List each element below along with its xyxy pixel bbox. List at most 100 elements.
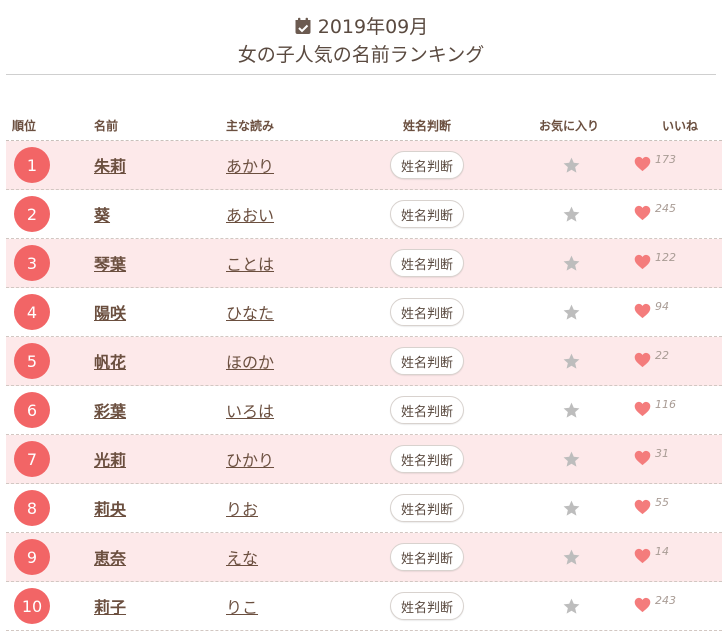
reading-link[interactable]: ことは: [226, 251, 274, 275]
like-button[interactable]: 245: [634, 190, 676, 238]
reading-cell: りこ: [226, 582, 258, 630]
like-cell: 22: [634, 337, 669, 385]
name-judgment-button[interactable]: 姓名判断: [390, 298, 464, 326]
like-button[interactable]: 173: [634, 141, 676, 189]
like-button[interactable]: 122: [634, 239, 676, 287]
name-link[interactable]: 琴葉: [94, 251, 126, 275]
name-link[interactable]: 帆花: [94, 349, 126, 373]
like-count: 94: [655, 300, 669, 313]
like-button[interactable]: 116: [634, 386, 676, 434]
date-line: 2019年09月: [6, 12, 716, 39]
like-button[interactable]: 14: [634, 533, 669, 581]
heart-icon: [634, 401, 651, 417]
name-link[interactable]: 陽咲: [94, 300, 126, 324]
rank-cell: 3: [14, 239, 50, 287]
reading-cell: ほのか: [226, 337, 274, 385]
star-icon[interactable]: [562, 499, 581, 518]
reading-cell: ことは: [226, 239, 274, 287]
table-row: 7 光莉 ひかり 姓名判断 31: [6, 435, 722, 484]
like-count: 116: [655, 398, 676, 411]
like-cell: 173: [634, 141, 676, 189]
table-row: 2 葵 あおい 姓名判断 245: [6, 190, 722, 239]
star-icon[interactable]: [562, 548, 581, 567]
reading-link[interactable]: りお: [226, 496, 258, 520]
like-count: 55: [655, 496, 669, 509]
like-count: 14: [655, 545, 669, 558]
name-link[interactable]: 莉子: [94, 594, 126, 618]
star-icon[interactable]: [562, 450, 581, 469]
rank-cell: 10: [14, 582, 50, 630]
table-row: 6 彩葉 いろは 姓名判断 116: [6, 386, 722, 435]
rank-badge: 7: [14, 441, 50, 477]
star-icon[interactable]: [562, 254, 581, 273]
reading-link[interactable]: あおい: [226, 202, 274, 226]
name-link[interactable]: 恵奈: [94, 545, 126, 569]
name-judgment-button[interactable]: 姓名判断: [390, 396, 464, 424]
name-judgment-button[interactable]: 姓名判断: [390, 151, 464, 179]
like-cell: 245: [634, 190, 676, 238]
reading-link[interactable]: いろは: [226, 398, 274, 422]
like-count: 173: [655, 153, 676, 166]
reading-link[interactable]: えな: [226, 545, 258, 569]
reading-link[interactable]: ほのか: [226, 349, 274, 373]
favorite-cell: [561, 484, 581, 532]
heart-icon: [634, 254, 651, 270]
col-name-header: 名前: [94, 119, 119, 133]
name-link[interactable]: 朱莉: [94, 153, 126, 177]
name-judgment-button[interactable]: 姓名判断: [390, 543, 464, 571]
name-judgment-button[interactable]: 姓名判断: [390, 592, 464, 620]
name-judgment-button[interactable]: 姓名判断: [390, 200, 464, 228]
judge-cell: 姓名判断: [390, 533, 464, 581]
name-judgment-button[interactable]: 姓名判断: [390, 249, 464, 277]
like-button[interactable]: 94: [634, 288, 669, 336]
star-icon[interactable]: [562, 156, 581, 175]
star-icon[interactable]: [562, 303, 581, 322]
like-cell: 243: [634, 582, 676, 630]
name-link[interactable]: 光莉: [94, 447, 126, 471]
heart-icon: [634, 597, 651, 613]
name-judgment-button[interactable]: 姓名判断: [390, 494, 464, 522]
rank-cell: 5: [14, 337, 50, 385]
name-cell: 莉央: [94, 484, 126, 532]
star-icon[interactable]: [562, 401, 581, 420]
name-judgment-button[interactable]: 姓名判断: [390, 445, 464, 473]
name-cell: 莉子: [94, 582, 126, 630]
like-button[interactable]: 31: [634, 435, 669, 483]
like-button[interactable]: 22: [634, 337, 669, 385]
star-icon[interactable]: [562, 597, 581, 616]
rank-badge: 10: [14, 588, 50, 624]
heart-icon: [634, 156, 651, 172]
name-cell: 光莉: [94, 435, 126, 483]
judge-cell: 姓名判断: [390, 141, 464, 189]
rank-badge: 2: [14, 196, 50, 232]
reading-cell: あおい: [226, 190, 274, 238]
name-link[interactable]: 莉央: [94, 496, 126, 520]
rank-badge: 3: [14, 245, 50, 281]
reading-link[interactable]: りこ: [226, 594, 258, 618]
table-row: 3 琴葉 ことは 姓名判断 122: [6, 239, 722, 288]
ranking-date: 2019年09月: [317, 16, 429, 38]
star-icon[interactable]: [562, 205, 581, 224]
like-cell: 31: [634, 435, 669, 483]
table-row: 8 莉央 りお 姓名判断 55: [6, 484, 722, 533]
table-body: 1 朱莉 あかり 姓名判断 173 2 葵 あおい 姓名判断 245 3 琴葉 …: [6, 141, 722, 631]
like-cell: 94: [634, 288, 669, 336]
rank-cell: 6: [14, 386, 50, 434]
like-button[interactable]: 243: [634, 582, 676, 630]
reading-link[interactable]: ひかり: [226, 447, 274, 471]
ranking-table: 順位 名前 主な読み 姓名判断 お気に入り いいね 1 朱莉 あかり 姓名判断: [6, 111, 722, 631]
favorite-cell: [561, 288, 581, 336]
name-link[interactable]: 葵: [94, 202, 110, 226]
like-cell: 55: [634, 484, 669, 532]
judge-cell: 姓名判断: [390, 386, 464, 434]
reading-link[interactable]: あかり: [226, 153, 274, 177]
table-row: 9 恵奈 えな 姓名判断 14: [6, 533, 722, 582]
star-icon[interactable]: [562, 352, 581, 371]
reading-cell: ひなた: [226, 288, 274, 336]
name-link[interactable]: 彩葉: [94, 398, 126, 422]
rank-cell: 8: [14, 484, 50, 532]
reading-cell: いろは: [226, 386, 274, 434]
name-judgment-button[interactable]: 姓名判断: [390, 347, 464, 375]
like-button[interactable]: 55: [634, 484, 669, 532]
reading-link[interactable]: ひなた: [226, 300, 274, 324]
